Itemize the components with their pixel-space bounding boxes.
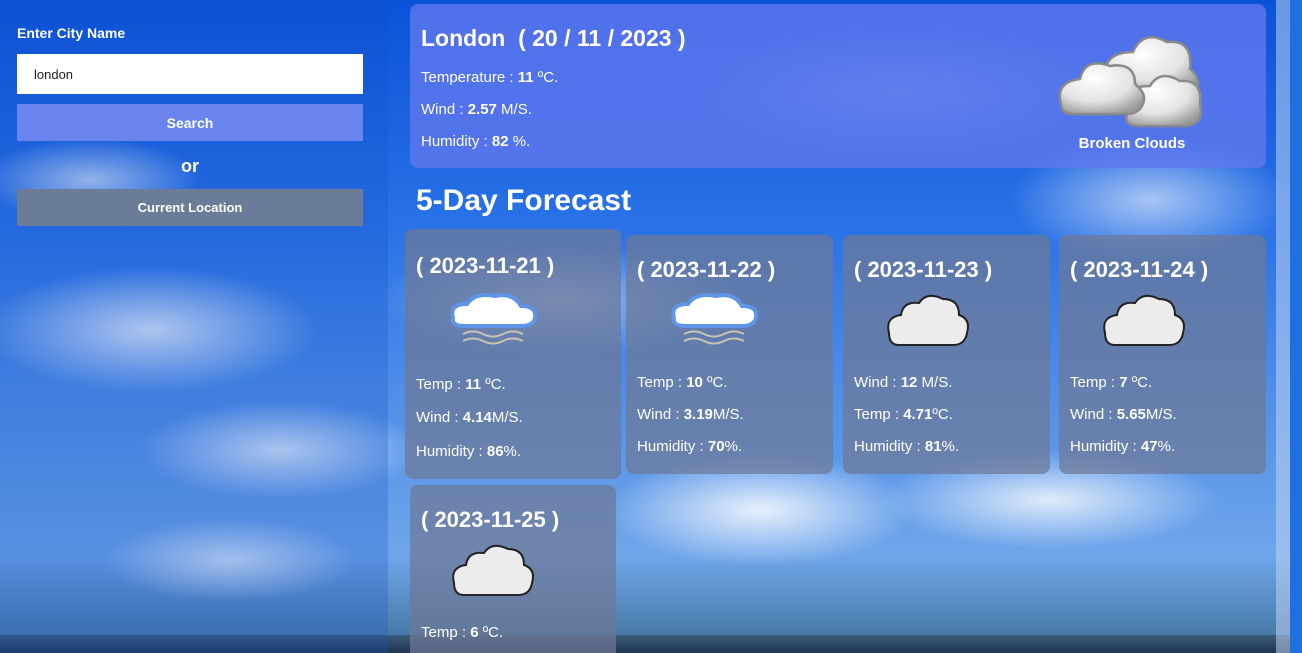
broken-clouds-icon	[1058, 36, 1203, 128]
forecast-card: ( 2023-11-21 ) Temp : 11 ºC. Wind : 4.14…	[405, 229, 621, 479]
forecast-line-3: Humidity : 86%.	[416, 443, 522, 460]
city-input-label: Enter City Name	[17, 25, 126, 41]
forecast-line-2: Wind : 3.19M/S.	[637, 406, 744, 423]
current-temperature: Temperature : 11 ºC.	[421, 69, 559, 86]
forecast-date: ( 2023-11-24 )	[1070, 257, 1209, 282]
forecast-line-3: Humidity : 47%.	[1070, 438, 1176, 455]
search-button[interactable]: Search	[17, 104, 363, 141]
mist-cloud-icon	[671, 293, 759, 345]
forecast-line-1: Temp : 10 ºC.	[637, 374, 728, 391]
forecast-line-2: Temp : 4.71ºC.	[854, 406, 953, 423]
current-wind: Wind : 2.57 M/S.	[421, 101, 532, 118]
current-description: Broken Clouds	[1078, 135, 1186, 152]
forecast-line-1: Wind : 12 M/S.	[854, 374, 953, 391]
forecast-date: ( 2023-11-21 )	[416, 253, 555, 278]
forecast-line-1: Temp : 6 ºC.	[421, 624, 504, 641]
cloud-icon	[887, 294, 969, 346]
forecast-date: ( 2023-11-23 )	[854, 257, 993, 282]
current-city-date: London ( 20 / 11 / 2023 )	[421, 25, 686, 51]
forecast-card: ( 2023-11-23 ) Wind : 12 M/S. Temp : 4.7…	[843, 235, 1050, 474]
forecast-card: ( 2023-11-22 ) Temp : 10 ºC. Wind : 3.19…	[626, 235, 833, 474]
forecast-line-1: Temp : 7 ºC.	[1070, 374, 1153, 391]
forecast-line-2: Wind : 5.65M/S.	[1070, 406, 1177, 423]
mist-cloud-icon	[450, 293, 538, 345]
forecast-line-1: Temp : 11 ºC.	[416, 376, 506, 393]
forecast-title: 5-Day Forecast	[416, 184, 632, 217]
current-location-button[interactable]: Current Location	[17, 189, 363, 226]
city-input[interactable]	[17, 54, 363, 94]
forecast-date: ( 2023-11-25 )	[421, 507, 560, 532]
cloud-icon	[452, 544, 534, 596]
forecast-line-3: Humidity : 70%.	[637, 438, 743, 455]
sidebar: Enter City Name Search or Current Locati…	[0, 0, 388, 653]
current-weather-card: London ( 20 / 11 / 2023 ) Temperature : …	[410, 4, 1266, 168]
scrollbar[interactable]	[1290, 0, 1302, 653]
forecast-date: ( 2023-11-22 )	[637, 257, 776, 282]
forecast-card: ( 2023-11-25 ) Temp : 6 ºC.	[410, 485, 616, 653]
current-humidity: Humidity : 82 %.	[421, 133, 531, 150]
or-separator: or	[181, 156, 199, 176]
forecast-line-2: Wind : 4.14M/S.	[416, 409, 523, 426]
cloud-icon	[1103, 294, 1185, 346]
scroll-track	[1276, 0, 1290, 653]
forecast-line-3: Humidity : 81%.	[854, 438, 960, 455]
forecast-card: ( 2023-11-24 ) Temp : 7 ºC. Wind : 5.65M…	[1059, 235, 1266, 474]
